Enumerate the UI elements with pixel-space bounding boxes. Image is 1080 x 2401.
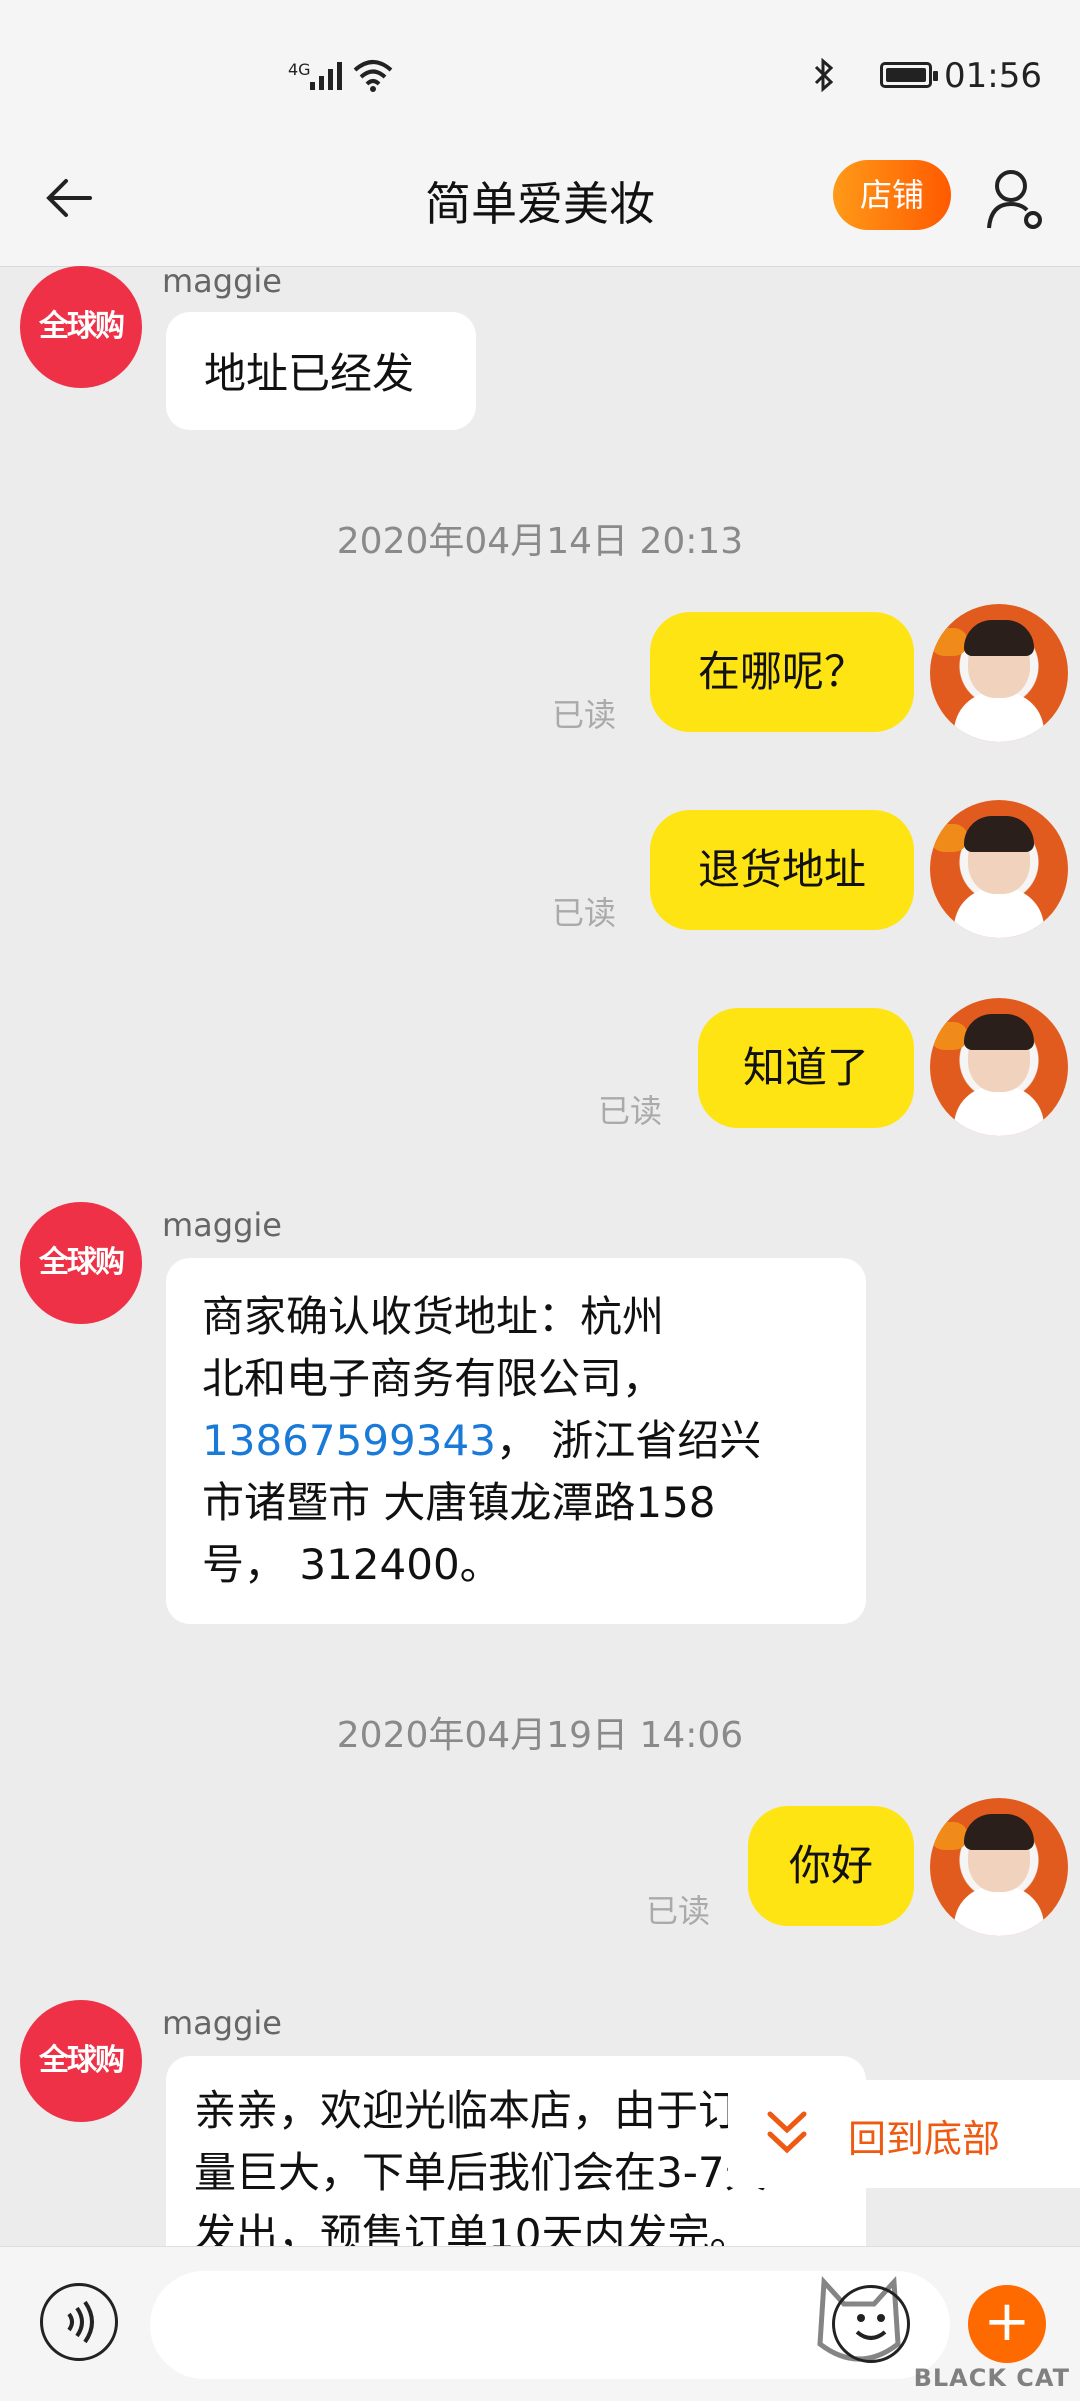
- read-status: 已读: [552, 696, 617, 734]
- my-avatar[interactable]: [930, 1798, 1068, 1936]
- sender-name: maggie: [162, 266, 282, 300]
- shop-avatar[interactable]: 全球购: [20, 1202, 142, 1324]
- message-line: 商家确认收货地址：杭州: [202, 1292, 665, 1341]
- double-chevron-down-icon: [767, 2111, 807, 2154]
- message-text: 退货地址: [697, 845, 866, 894]
- phone-link[interactable]: 13867599343: [202, 1416, 496, 1465]
- message-bubble-incoming[interactable]: 商家确认收货地址：杭州 北和电子商务有限公司， 13867599343， 浙江省…: [166, 1258, 866, 1624]
- sender-name: maggie: [162, 2004, 282, 2042]
- shop-button[interactable]: 店铺: [833, 160, 951, 230]
- voice-input-button[interactable]: [40, 2283, 118, 2361]
- message-list[interactable]: 全球购 maggie 地址已经发 2020年04月14日 20:13 已读 在哪…: [0, 266, 1080, 2246]
- chat-header: 简单爱美妆 店铺: [0, 130, 1080, 267]
- my-avatar[interactable]: [930, 604, 1068, 742]
- my-avatar[interactable]: [930, 998, 1068, 1136]
- read-status: 已读: [552, 894, 617, 932]
- message-line: 北和电子商务有限公司，: [202, 1354, 665, 1403]
- message-text: 知道了: [742, 1043, 869, 1092]
- message-bubble-outgoing[interactable]: 你好: [748, 1806, 914, 1926]
- wifi-icon: [353, 60, 393, 92]
- cat-logo-icon: [817, 2275, 901, 2362]
- battery-icon: [880, 62, 938, 88]
- message-text: 在哪呢？: [697, 647, 866, 696]
- user-settings-icon[interactable]: [985, 166, 1045, 232]
- watermark-text: BLACK CAT: [913, 2364, 1070, 2392]
- message-line: 发出，预售订单10天内发完。: [194, 2210, 752, 2246]
- message-bubble-outgoing[interactable]: 知道了: [698, 1008, 914, 1128]
- message-line: 市诸暨市 大唐镇龙潭路158: [202, 1478, 716, 1527]
- watermark: BLACK CAT: [808, 2272, 1080, 2400]
- burger-sticker-icon: [930, 824, 968, 852]
- shop-avatar[interactable]: 全球购: [20, 2000, 142, 2122]
- read-status: 已读: [598, 1092, 663, 1130]
- sender-name: maggie: [162, 1206, 282, 1244]
- message-bubble-outgoing[interactable]: 在哪呢？: [650, 612, 914, 732]
- burger-sticker-icon: [930, 1022, 968, 1050]
- burger-sticker-icon: [930, 628, 968, 656]
- network-type: 4G: [288, 60, 311, 79]
- timestamp-separator: 2020年04月19日 14:06: [336, 1715, 744, 1756]
- message-text: 你好: [788, 1841, 873, 1890]
- my-avatar[interactable]: [930, 800, 1068, 938]
- message-line: 号， 312400。: [202, 1540, 502, 1589]
- burger-sticker-icon: [930, 1822, 968, 1850]
- shop-avatar[interactable]: 全球购: [20, 266, 142, 388]
- read-status: 已读: [646, 1892, 711, 1930]
- message-bubble-outgoing[interactable]: 退货地址: [650, 810, 914, 930]
- timestamp-separator: 2020年04月14日 20:13: [336, 521, 744, 562]
- clock: 01:56: [944, 56, 1042, 96]
- message-text: 地址已经发: [204, 349, 415, 398]
- voice-icon: [67, 2300, 94, 2344]
- status-bar: 4G 01:56: [0, 0, 1080, 150]
- back-to-bottom-button[interactable]: 回到底部: [728, 2080, 1080, 2188]
- back-to-bottom-label: 回到底部: [848, 2117, 1001, 2161]
- message-bubble-incoming[interactable]: 地址已经发: [166, 312, 476, 430]
- message-line: 13867599343， 浙江省绍兴: [202, 1410, 830, 1472]
- signal-icon: [310, 62, 342, 90]
- bluetooth-icon: [814, 58, 834, 92]
- message-text: ， 浙江省绍兴: [495, 1416, 762, 1465]
